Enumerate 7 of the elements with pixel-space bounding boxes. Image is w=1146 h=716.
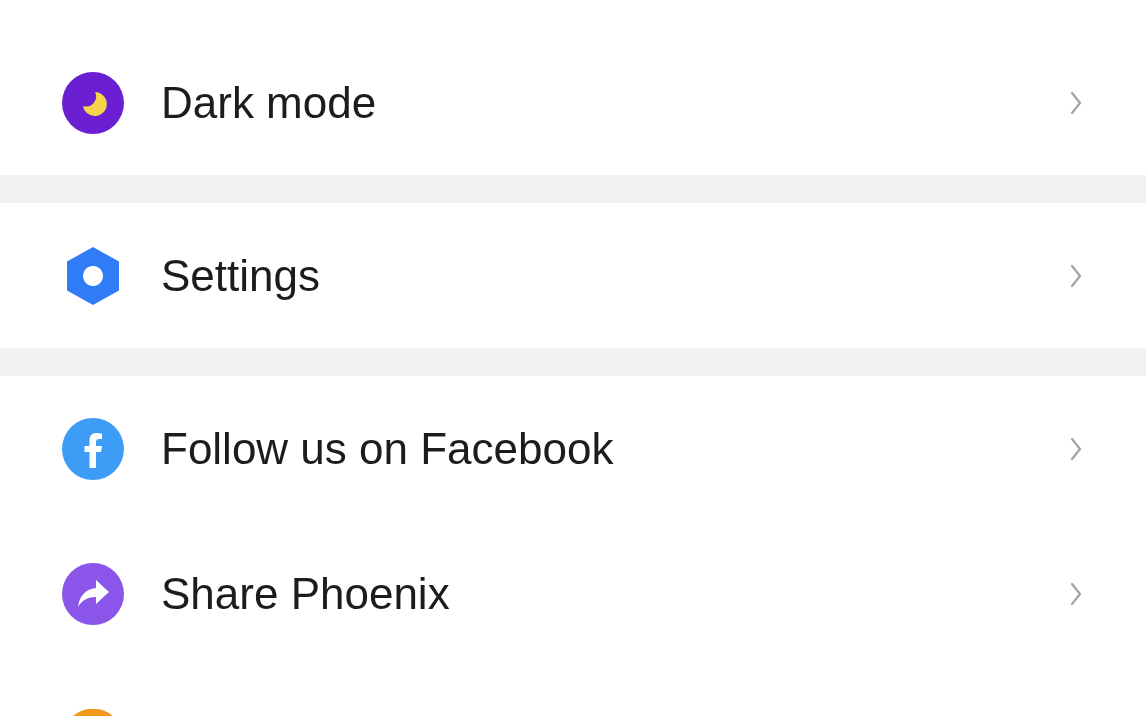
- chevron-right-icon: [1070, 263, 1082, 288]
- chevron-right-icon: [1070, 581, 1082, 606]
- share-icon: [62, 562, 124, 625]
- chevron-right-icon: [1070, 436, 1082, 461]
- facebook-icon: [62, 417, 124, 480]
- moon-icon: [62, 71, 124, 134]
- chevron-right-icon: [1070, 90, 1082, 115]
